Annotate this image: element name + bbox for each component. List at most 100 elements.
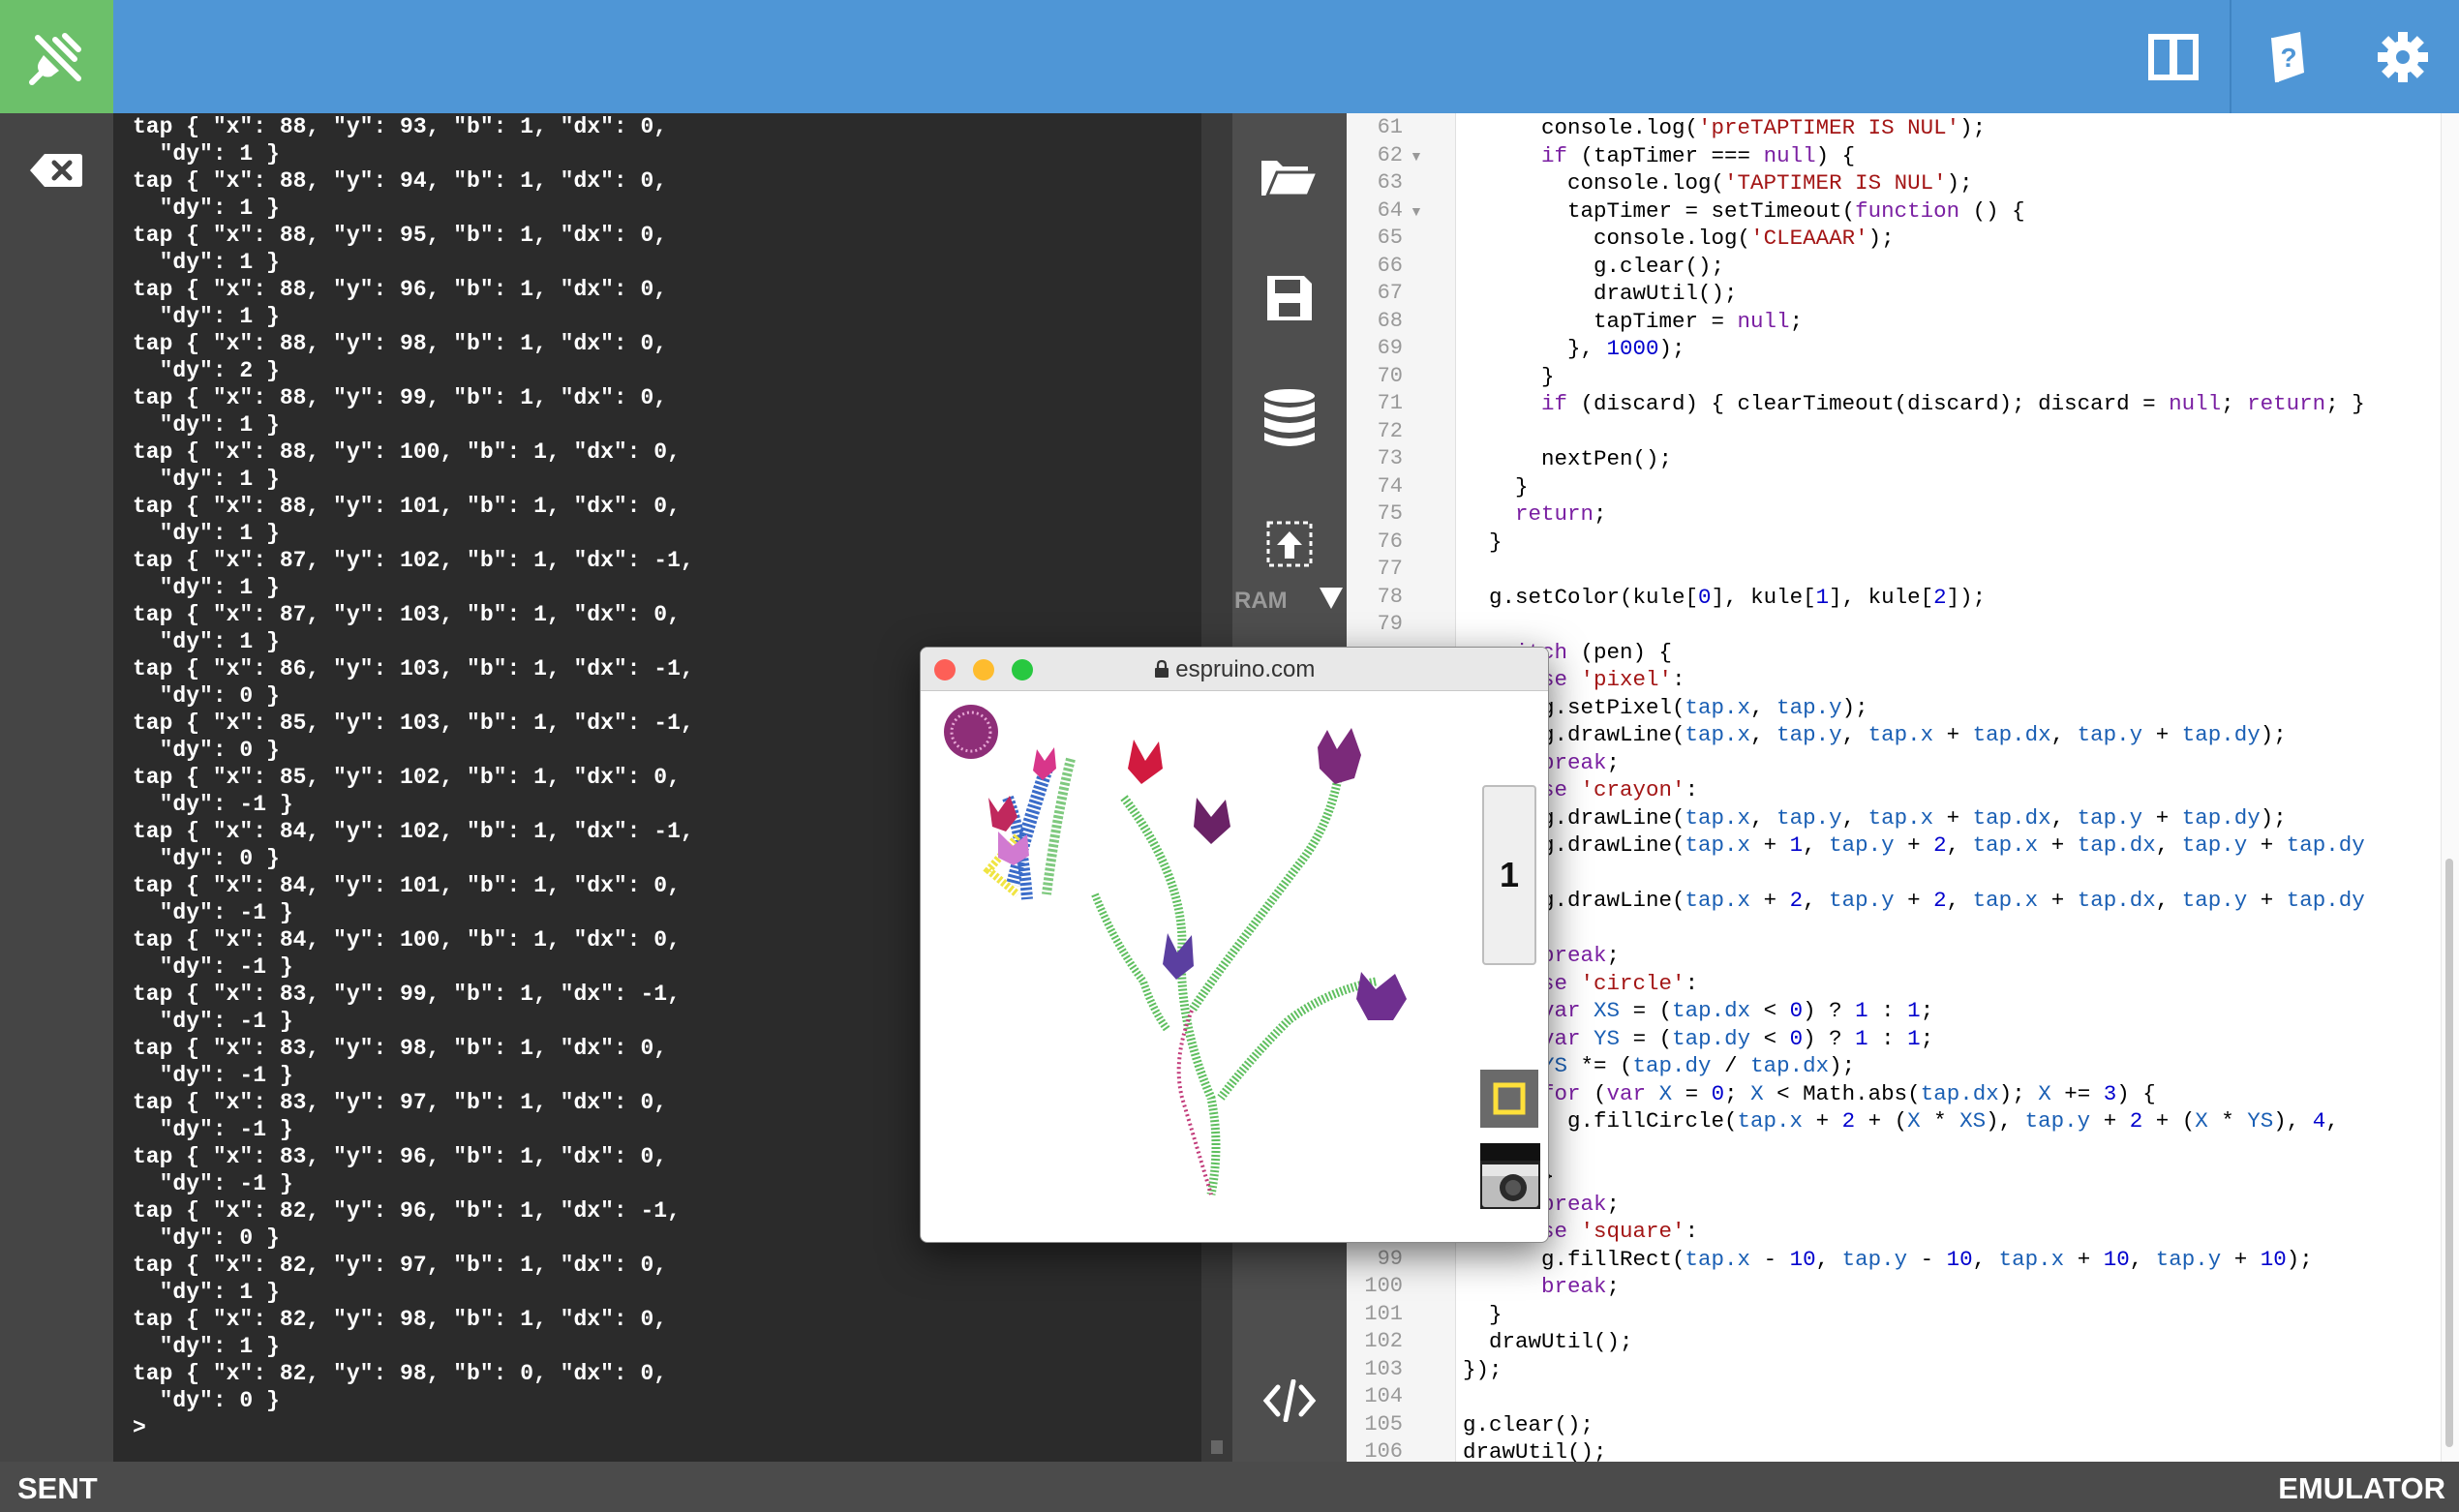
code-line: }, 1000); [1463, 336, 1685, 361]
line-number: 76 [1377, 529, 1403, 554]
ram-target-label: RAM [1234, 588, 1288, 614]
camera-icon [1480, 1143, 1540, 1207]
code-line: g.drawLine(tap.x + 1, tap.y + 2, tap.x +… [1463, 832, 2365, 858]
terminal-side-strip [0, 113, 113, 1462]
fold-toggle-icon[interactable]: ▼ [1410, 148, 1423, 164]
line-number: 67 [1377, 281, 1403, 305]
code-line: g.drawLine(tap.x, tap.y, tap.x + tap.dx,… [1463, 804, 2287, 831]
backspace-icon [30, 154, 82, 187]
code-line: if (tapTimer === null) { [1541, 142, 1856, 168]
code-icon [1262, 1379, 1317, 1422]
code-line: return; [1515, 501, 1607, 527]
clear-terminal-button[interactable] [29, 152, 83, 189]
line-number: 100 [1364, 1274, 1403, 1298]
line-number: 99 [1377, 1246, 1403, 1271]
code-line: tapTimer = setTimeout(function () { [1463, 197, 2025, 224]
code-line: for (var X = 0; X < Math.abs(tap.dx); X … [1541, 1080, 2156, 1106]
line-number: 77 [1377, 557, 1403, 581]
upload-button[interactable] [1232, 500, 1347, 588]
square-pen-icon [1493, 1082, 1526, 1115]
line-number: 103 [1364, 1356, 1403, 1381]
emulator-title: espruino.com [921, 656, 1548, 683]
line-number: 72 [1377, 418, 1403, 443]
help-button[interactable]: ? [2231, 0, 2345, 113]
folder-open-icon [1261, 161, 1320, 197]
code-line: g.fillRect(tap.x - 10, tap.y - 10, tap.x… [1463, 1246, 2313, 1272]
sent-status: SENT [17, 1471, 98, 1505]
code-line: tapTimer = null; [1463, 308, 1804, 334]
line-number: 75 [1377, 501, 1403, 526]
line-number: 70 [1377, 363, 1403, 388]
settings-button[interactable] [2346, 0, 2459, 113]
emulator-button-1[interactable]: 1 [1482, 785, 1536, 965]
storage-button[interactable] [1232, 375, 1347, 462]
code-line: }); [1463, 1356, 1503, 1382]
code-line: g.drawLine(tap.x, tap.y, tap.x + tap.dx,… [1463, 722, 2287, 747]
ram-target-dropdown-arrow[interactable] [1320, 588, 1343, 609]
code-line: g.clear(); [1463, 1411, 1594, 1437]
line-number: 61 [1377, 115, 1403, 139]
camera-button[interactable] [1480, 1143, 1540, 1209]
code-line: g.drawLine(tap.x + 2, tap.y + 2, tap.x +… [1463, 888, 2365, 913]
drawing-canvas [944, 705, 1407, 1195]
code-line: if (discard) { clearTimeout(discard); di… [1541, 391, 2365, 416]
status-bar: SENT EMULATOR [0, 1462, 2459, 1512]
code-line: } [1463, 529, 1503, 555]
code-line: drawUtil(); [1463, 1439, 1607, 1462]
emulator-popup-window[interactable]: espruino.com 1 [920, 647, 1549, 1243]
line-number: 68 [1377, 308, 1403, 333]
code-line: nextPen(); [1463, 446, 1673, 471]
line-number: 71 [1377, 391, 1403, 415]
square-pen-button[interactable] [1480, 1070, 1538, 1128]
connect-button[interactable] [0, 0, 113, 113]
line-number: 66 [1377, 253, 1403, 278]
line-number: 65 [1377, 226, 1403, 250]
emulator-screen[interactable] [921, 691, 1548, 1242]
gear-icon [2377, 31, 2428, 82]
code-line: g.setColor(kule[0], kule[1], kule[2]); [1463, 584, 1987, 610]
editor-scrollbar[interactable] [2441, 113, 2459, 1462]
terminal-scroll-grip[interactable] [1211, 1440, 1223, 1454]
line-number: 69 [1377, 336, 1403, 360]
code-line: g.fillCircle(tap.x + 2 + (X * XS), tap.y… [1463, 1108, 2339, 1134]
split-view-icon [2147, 33, 2199, 80]
code-line: drawUtil(); [1463, 281, 1738, 306]
database-icon [1264, 389, 1315, 446]
line-number: 79 [1377, 612, 1403, 636]
lock-icon [1154, 659, 1169, 678]
fold-toggle-icon[interactable]: ▼ [1410, 203, 1423, 219]
floppy-disk-icon [1267, 276, 1312, 320]
code-line: console.log('CLEAAAR'); [1463, 226, 1895, 251]
line-number: 106 [1364, 1439, 1403, 1462]
line-number: 62 [1377, 142, 1403, 167]
code-line: } [1463, 473, 1529, 499]
emulator-url: espruino.com [1175, 656, 1316, 682]
code-view-button[interactable] [1232, 1357, 1347, 1444]
emulator-status: EMULATOR [2278, 1471, 2445, 1505]
line-number: 102 [1364, 1329, 1403, 1353]
editor-scroll-thumb[interactable] [2445, 859, 2453, 1447]
line-number: 104 [1364, 1384, 1403, 1408]
split-view-button[interactable] [2116, 0, 2230, 113]
open-file-button[interactable] [1232, 133, 1347, 220]
upload-icon [1266, 521, 1313, 567]
top-bar: ? [0, 0, 2459, 113]
code-line: console.log('preTAPTIMER IS NUL'); [1463, 115, 1987, 140]
line-number: 74 [1377, 473, 1403, 499]
line-number: 73 [1377, 446, 1403, 470]
emulator-titlebar[interactable]: espruino.com [921, 648, 1548, 691]
plug-icon [28, 32, 81, 85]
code-line: break; [1541, 1274, 1621, 1299]
help-book-icon: ? [2270, 31, 2304, 82]
line-number: 105 [1364, 1411, 1403, 1436]
code-line: console.log('TAPTIMER IS NUL'); [1463, 170, 1973, 196]
line-number: 63 [1377, 170, 1403, 195]
save-button[interactable] [1232, 255, 1347, 342]
code-line: } [1463, 363, 1555, 389]
line-number: 101 [1364, 1301, 1403, 1326]
code-line: g.clear(); [1463, 253, 1725, 279]
line-number: 64 [1377, 197, 1403, 223]
svg-text:?: ? [2280, 43, 2296, 73]
line-number: 78 [1377, 584, 1403, 609]
code-line: drawUtil(); [1463, 1329, 1633, 1354]
